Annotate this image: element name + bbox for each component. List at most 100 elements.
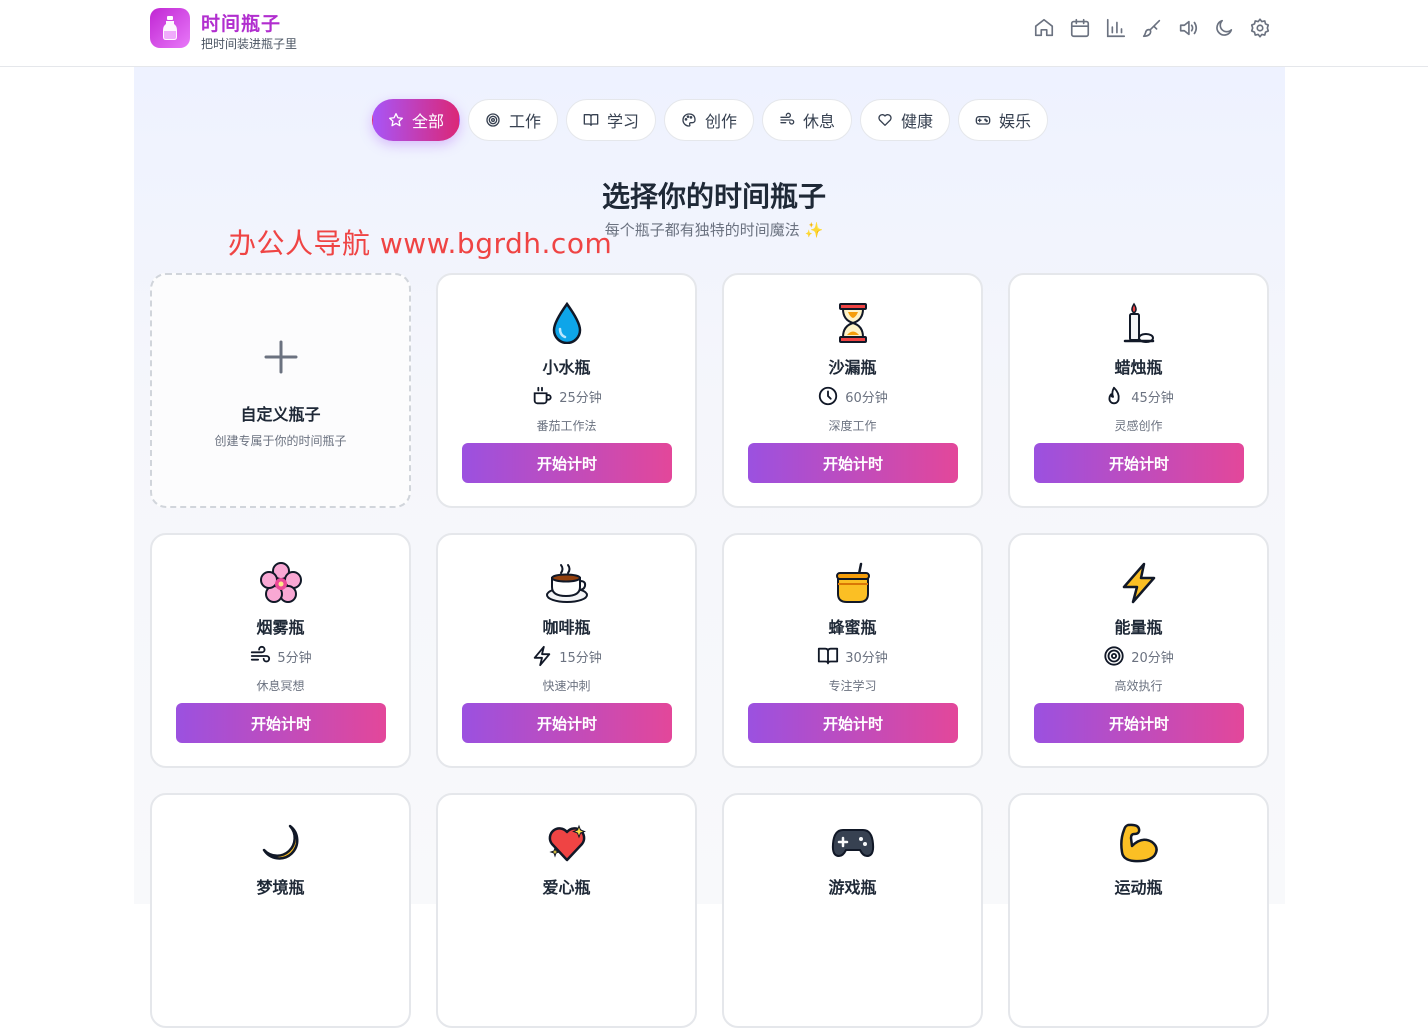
book-icon	[583, 114, 599, 126]
tab-label: 学习	[606, 112, 639, 131]
start-timer-button[interactable]: 开始计时	[1034, 703, 1244, 743]
bottle-duration: 25分钟	[438, 385, 695, 407]
bottle-duration: 5分钟	[152, 645, 409, 667]
app-title: 时间瓶子	[201, 13, 282, 35]
tab-label: 创作	[704, 112, 737, 131]
plus-icon	[264, 340, 297, 374]
tab-label: 工作	[508, 112, 541, 131]
tab-entertainment[interactable]: 娱乐	[958, 99, 1048, 141]
bottle-duration: 20分钟	[1010, 645, 1267, 667]
bottle-card-game[interactable]: 游戏瓶	[722, 793, 983, 1028]
coffee-icon	[438, 559, 695, 607]
lightning-icon	[1010, 559, 1267, 607]
clock-icon	[819, 386, 838, 406]
bottle-name: 烟雾瓶	[256, 618, 305, 637]
star-icon	[388, 113, 403, 127]
start-timer-button[interactable]: 开始计时	[462, 703, 672, 743]
bottle-duration: 45分钟	[1010, 385, 1267, 407]
app-header: 时间瓶子 把时间装进瓶子里	[0, 0, 1428, 67]
bottle-desc: 专注学习	[828, 679, 877, 693]
start-timer-button[interactable]: 开始计时	[748, 443, 958, 483]
bottle-card-hourglass[interactable]: 沙漏瓶 60分钟 深度工作 开始计时	[722, 273, 983, 508]
candle-icon	[1010, 299, 1267, 347]
bottle-name: 运动瓶	[1114, 878, 1163, 897]
bottle-name: 蜡烛瓶	[1114, 358, 1163, 377]
bottle-card-honey[interactable]: 蜂蜜瓶 30分钟 专注学习 开始计时	[722, 533, 983, 768]
page-title: 选择你的时间瓶子	[601, 180, 826, 213]
app-logo[interactable]	[150, 8, 190, 48]
bottle-desc: 快速冲刺	[542, 679, 591, 693]
bottle-name: 小水瓶	[542, 358, 591, 377]
tab-rest[interactable]: 休息	[762, 99, 852, 141]
heart-icon	[878, 114, 892, 126]
hourglass-icon	[724, 299, 981, 347]
bottle-desc: 灵感创作	[1114, 419, 1163, 433]
watermark-text: 办公人导航 www.bgrdh.com	[228, 227, 613, 260]
duration-text: 25分钟	[559, 390, 602, 406]
target-icon	[486, 113, 500, 127]
app-subtitle: 把时间装进瓶子里	[201, 37, 298, 51]
tab-label: 健康	[900, 112, 933, 131]
target-icon	[1104, 646, 1124, 666]
bottle-desc: 高效执行	[1114, 679, 1163, 693]
duration-text: 45分钟	[1131, 390, 1174, 406]
flexed-biceps-icon	[1010, 819, 1267, 867]
tab-all[interactable]: 全部	[372, 99, 460, 141]
wind-icon	[251, 645, 271, 663]
duration-text: 60分钟	[845, 390, 888, 406]
duration-text: 20分钟	[1131, 650, 1174, 666]
bottle-card-smoke[interactable]: 烟雾瓶 5分钟 休息冥想 开始计时	[150, 533, 411, 768]
game-controller-icon	[724, 819, 981, 867]
flame-icon	[1108, 386, 1120, 405]
tab-study[interactable]: 学习	[566, 99, 656, 141]
bottle-card-sport[interactable]: 运动瓶	[1008, 793, 1269, 1028]
duration-text: 5分钟	[277, 650, 312, 666]
bottle-card-coffee[interactable]: 咖啡瓶 15分钟 快速冲刺 开始计时	[436, 533, 697, 768]
bottle-card-dream[interactable]: 梦境瓶	[150, 793, 411, 1028]
bottle-name: 沙漏瓶	[828, 358, 877, 377]
start-timer-button[interactable]: 开始计时	[748, 703, 958, 743]
start-timer-button[interactable]: 开始计时	[1034, 443, 1244, 483]
gamepad-icon	[975, 116, 991, 125]
bottle-card-energy[interactable]: 能量瓶 20分钟 高效执行 开始计时	[1008, 533, 1269, 768]
custom-bottle-card[interactable]: 自定义瓶子 创建专属于你的时间瓶子	[150, 273, 411, 508]
crescent-moon-icon	[152, 819, 409, 867]
bottle-desc: 番茄工作法	[536, 419, 597, 433]
bottle-duration: 60分钟	[724, 385, 981, 407]
bottle-name: 咖啡瓶	[542, 618, 591, 637]
moon-icon[interactable]	[1213, 17, 1235, 39]
bottle-duration: 15分钟	[438, 645, 695, 667]
chart-icon[interactable]	[1105, 17, 1127, 39]
tab-create[interactable]: 创作	[664, 99, 754, 141]
bottle-card-love[interactable]: 爱心瓶	[436, 793, 697, 1028]
bottle-duration: 30分钟	[724, 645, 981, 667]
tab-label: 娱乐	[998, 112, 1031, 131]
card-desc: 创建专属于你的时间瓶子	[214, 434, 347, 448]
home-icon[interactable]	[1033, 17, 1055, 39]
settings-icon[interactable]	[1249, 17, 1271, 39]
honey-pot-icon	[724, 559, 981, 607]
tab-label: 休息	[802, 112, 835, 131]
bottle-name: 游戏瓶	[828, 878, 877, 897]
bottle-icon	[163, 16, 177, 40]
brush-icon[interactable]	[1141, 17, 1163, 39]
cup-icon	[533, 386, 552, 405]
bottle-name: 能量瓶	[1114, 618, 1163, 637]
bottle-name: 蜂蜜瓶	[828, 618, 877, 637]
start-timer-button[interactable]: 开始计时	[176, 703, 386, 743]
bottle-card-water[interactable]: 小水瓶 25分钟 番茄工作法 开始计时	[436, 273, 697, 508]
cherry-blossom-icon	[152, 559, 409, 607]
card-title: 自定义瓶子	[240, 405, 321, 424]
tab-health[interactable]: 健康	[860, 99, 950, 141]
bolt-icon	[533, 645, 551, 667]
volume-icon[interactable]	[1177, 17, 1199, 39]
water-drop-icon	[438, 299, 695, 347]
book-icon	[818, 647, 839, 665]
bottle-card-candle[interactable]: 蜡烛瓶 45分钟 灵感创作 开始计时	[1008, 273, 1269, 508]
calendar-icon[interactable]	[1069, 17, 1091, 39]
bottle-name: 爱心瓶	[542, 878, 591, 897]
sparkling-heart-icon	[438, 819, 695, 867]
start-timer-button[interactable]: 开始计时	[462, 443, 672, 483]
tab-work[interactable]: 工作	[468, 99, 558, 141]
bottle-desc: 深度工作	[828, 419, 877, 433]
